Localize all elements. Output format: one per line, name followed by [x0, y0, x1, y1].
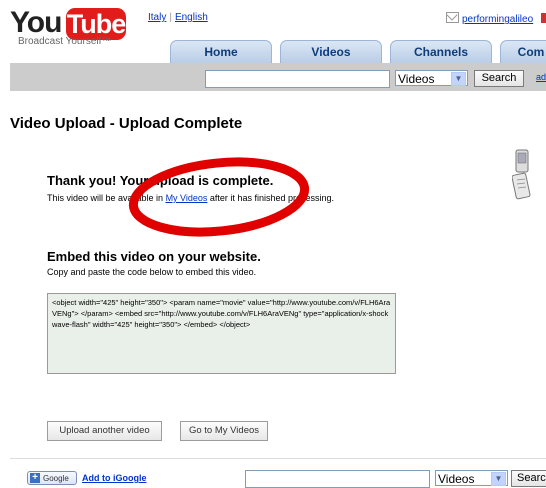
tagline: Broadcast Yourself™: [18, 36, 112, 47]
tab-home[interactable]: Home: [170, 40, 272, 63]
footer-divider: [10, 458, 546, 459]
chevron-down-icon[interactable]: ▼: [451, 72, 466, 86]
go-to-my-videos-button[interactable]: Go to My Videos: [180, 421, 268, 441]
plus-icon: +: [30, 473, 40, 483]
red-circle-annotation: [128, 157, 310, 237]
language-separator: |: [169, 12, 172, 23]
language-link[interactable]: English: [175, 12, 208, 23]
language-selector: Italy | English: [148, 12, 208, 23]
country-link[interactable]: Italy: [148, 12, 166, 23]
add-to-google-badge[interactable]: + Google: [27, 471, 77, 485]
add-to-igoogle-link[interactable]: Add to iGoogle: [82, 473, 147, 483]
upload-another-video-button[interactable]: Upload another video: [47, 421, 162, 441]
tab-channels[interactable]: Channels: [390, 40, 492, 63]
embed-code-textarea[interactable]: <object width="425" height="350"> <param…: [47, 293, 396, 374]
tab-videos[interactable]: Videos: [280, 40, 382, 63]
chevron-down-icon[interactable]: ▼: [491, 472, 506, 486]
username-link[interactable]: performingalileo: [462, 14, 533, 25]
footer-category-select[interactable]: Videos ▼: [435, 470, 508, 486]
search-button[interactable]: Search: [474, 70, 524, 87]
google-badge-label: Google: [43, 474, 69, 483]
embed-instructions: Copy and paste the code below to embed t…: [47, 267, 257, 277]
tab-community[interactable]: Com: [500, 40, 546, 63]
footer-search-input[interactable]: [245, 470, 430, 488]
logo-you-text: You: [10, 6, 62, 39]
embed-heading: Embed this video on your website.: [47, 249, 261, 264]
user-box: performingalileo(: [446, 12, 546, 25]
page-title: Video Upload - Upload Complete: [10, 115, 243, 132]
search-category-select[interactable]: Videos ▼: [395, 70, 468, 86]
mobile-phone-icon: [512, 149, 531, 200]
footer-category-value: Videos: [438, 472, 475, 486]
advanced-search-link[interactable]: ad: [536, 72, 546, 82]
inbox-icon[interactable]: [446, 12, 459, 23]
search-category-value: Videos: [398, 72, 435, 86]
footer-search-button[interactable]: Search: [511, 470, 546, 487]
search-input[interactable]: [205, 70, 390, 88]
subscriptions-icon[interactable]: [541, 13, 546, 23]
main-tabs: Home Videos Channels Com: [170, 40, 546, 63]
